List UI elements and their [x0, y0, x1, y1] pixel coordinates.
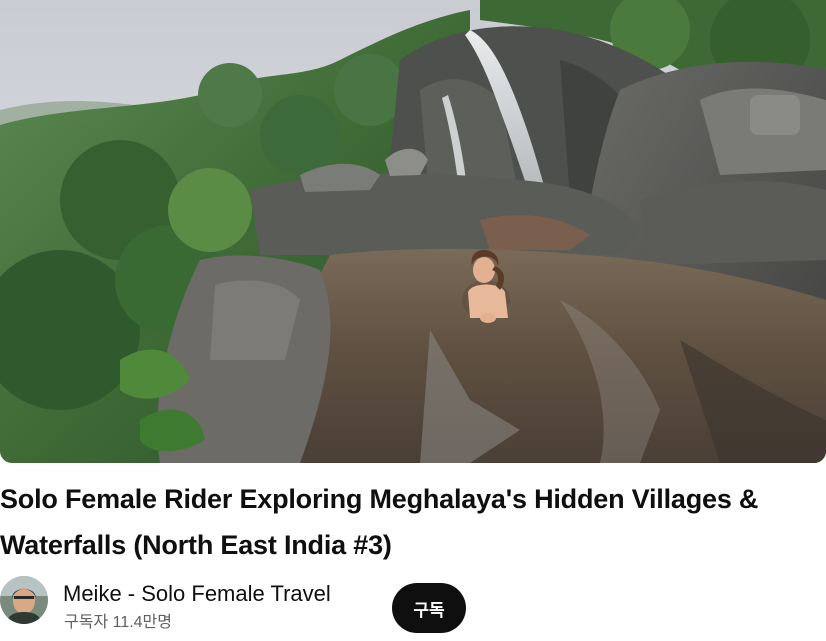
subscribe-button[interactable]: 구독 [392, 583, 466, 633]
video-thumbnail[interactable] [0, 0, 826, 463]
avatar-icon [0, 576, 48, 624]
channel-row: Meike - Solo Female Travel 구독자 11.4만명 구독 [0, 576, 826, 636]
channel-name[interactable]: Meike - Solo Female Travel [63, 580, 331, 608]
waterfall-pool-image [0, 0, 826, 463]
channel-avatar[interactable] [0, 576, 48, 624]
video-title[interactable]: Solo Female Rider Exploring Meghalaya's … [0, 476, 820, 568]
subscriber-count: 구독자 11.4만명 [64, 614, 172, 631]
